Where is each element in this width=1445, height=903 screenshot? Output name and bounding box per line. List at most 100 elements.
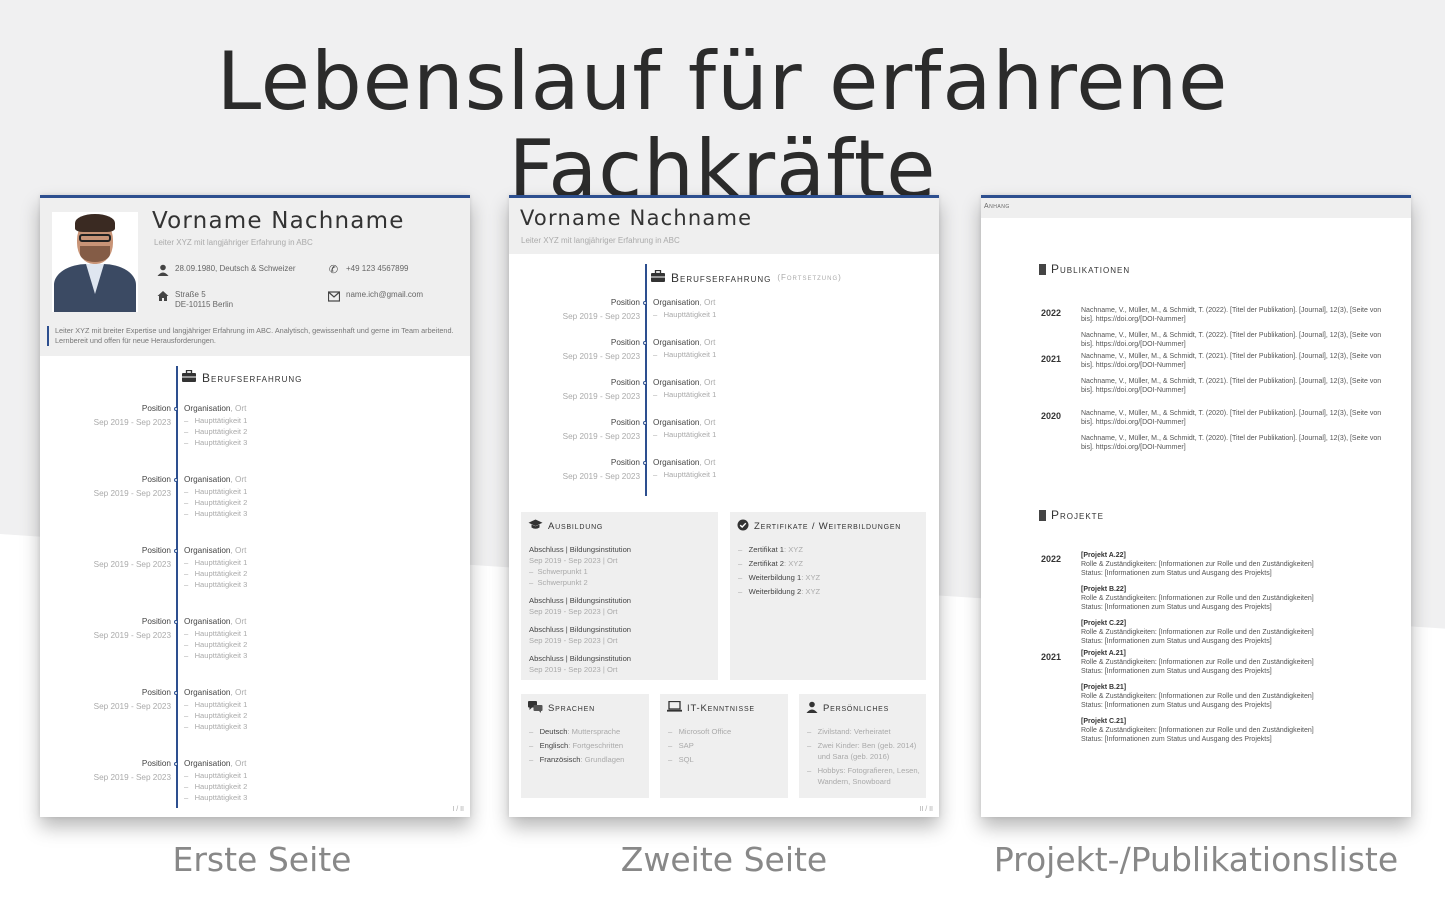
timeline-dot xyxy=(643,301,647,305)
personal-detail-item: – Hobbys: Fotografieren, Lesen, Wandern,… xyxy=(807,765,925,787)
it-skill-item: – SAP xyxy=(668,740,731,751)
entry-task: – Haupttätigkeit 1 xyxy=(653,389,717,399)
ausbildung-focus-text: Schwerpunkt 1 xyxy=(537,567,588,576)
entry-org-name: Organisation xyxy=(653,338,700,347)
entry-task-text: Haupttätigkeit 3 xyxy=(194,721,248,731)
page2-header: Vorname Nachname Leiter XYZ mit langjähr… xyxy=(509,198,939,254)
zertifikate-title: Zertifikate / Weiterbildungen xyxy=(737,519,901,534)
entry-date: Sep 2019 - Sep 2023 xyxy=(93,702,171,712)
sprachen-list: – Deutsch: Muttersprache – Englisch: Fort… xyxy=(529,726,624,768)
entry-task: – Haupttätigkeit 1 xyxy=(653,469,717,479)
entry-position-block: Position Sep 2019 - Sep 2023 xyxy=(40,544,171,573)
entry-position: Position xyxy=(610,458,640,467)
project-name: [Projekt C.21] xyxy=(1081,718,1127,725)
entry-task: – Haupttätigkeit 2 xyxy=(184,568,248,578)
entry-organisation: Organisation, Ort xyxy=(184,616,247,628)
it-title: IT-Kenntnisse xyxy=(667,700,755,715)
entry-task: – Haupttätigkeit 1 xyxy=(653,429,717,439)
entry-organisation: Organisation, Ort xyxy=(653,337,716,349)
entry-date: Sep 2019 - Sep 2023 xyxy=(562,432,640,442)
project-entry: [Projekt C.22] Rolle & Zuständigkeiten: [… xyxy=(1081,620,1391,647)
entry-task: – Haupttätigkeit 1 xyxy=(184,699,248,709)
timeline-dot xyxy=(643,341,647,345)
zertifikate-list: – Zertifikat 1: XYZ – Zertifikat 2: XYZ – … xyxy=(738,544,820,600)
candidate-name: Vorname Nachname xyxy=(520,206,753,230)
publication-entry: Nachname, V., Müller, M., & Schmidt, T. … xyxy=(1081,410,1382,426)
publication-year: 2021 xyxy=(1041,354,1062,364)
timeline-dot xyxy=(643,381,647,385)
zertifikat-label: Zertifikat 1 xyxy=(748,545,785,554)
caption-second-page: Zweite Seite xyxy=(620,840,828,879)
entry-task-text: Haupttätigkeit 1 xyxy=(194,628,248,638)
resume-page-1: Vorname Nachname Leiter XYZ mit langjähr… xyxy=(40,195,470,817)
publication-entry: Nachname, V., Müller, M., & Schmidt, T. … xyxy=(1081,332,1382,348)
sprache-value: : Grundlagen xyxy=(580,755,625,764)
ausbildung-degree: Abschluss | Bildungsinstitution xyxy=(529,654,632,663)
entry-task: – Haupttätigkeit 1 xyxy=(184,486,248,496)
entry-org-place: , Ort xyxy=(699,418,716,427)
entry-details: Organisation, Ort – Haupttätigkeit 1 xyxy=(653,417,716,440)
ausbildung-date: Sep 2019 - Sep 2023 | Ort xyxy=(529,665,618,674)
ausbildung-entry: Abschluss | Bildungsinstitution Sep 2019 … xyxy=(529,624,631,646)
entry-task-text: Haupttätigkeit 1 xyxy=(194,770,248,780)
page3-header: Anhang xyxy=(981,198,1411,218)
contact-address: Straße 5 DE-10115 Berlin xyxy=(156,290,233,311)
ausbildung-focus: – Schwerpunkt 2 xyxy=(529,578,588,587)
entry-org-place: , Ort xyxy=(699,298,716,307)
entry-org-place: , Ort xyxy=(230,546,247,555)
entry-task: – Haupttätigkeit 3 xyxy=(184,579,248,589)
project-name: [Projekt A.22] xyxy=(1081,552,1126,559)
entry-organisation: Organisation, Ort xyxy=(184,758,247,770)
sprache-item: – Französisch: Grundlagen xyxy=(529,754,624,765)
email-icon xyxy=(327,290,340,302)
project-role: Rolle & Zuständigkeiten: [Informationen … xyxy=(1081,628,1314,636)
ausbildung-date: Sep 2019 - Sep 2023 | Ort xyxy=(529,556,618,565)
timeline-dot xyxy=(643,421,647,425)
entry-organisation: Organisation, Ort xyxy=(184,403,247,415)
entry-date: Sep 2019 - Sep 2023 xyxy=(93,489,171,499)
entry-org-place: , Ort xyxy=(699,338,716,347)
entry-task-text: Haupttätigkeit 2 xyxy=(194,710,248,720)
project-status: Status: [Informationen zum Status und Au… xyxy=(1081,701,1272,709)
contact-phone: ✆ +49 123 4567899 xyxy=(328,263,409,276)
sprache-label: Französisch xyxy=(539,755,581,764)
timeline-dot xyxy=(174,407,178,411)
graduation-cap-icon xyxy=(528,519,543,533)
ausbildung-entry: Abschluss | Bildungsinstitution Sep 2019 … xyxy=(529,544,631,588)
entry-position: Position xyxy=(141,688,171,697)
profile-photo xyxy=(52,212,138,312)
list-dash: – xyxy=(738,573,749,582)
entry-task-text: Haupttätigkeit 1 xyxy=(663,309,717,319)
zertifikat-value: : XYZ xyxy=(784,545,804,554)
entry-org-name: Organisation xyxy=(184,546,231,555)
entry-date: Sep 2019 - Sep 2023 xyxy=(93,631,171,641)
entry-position-block: Position Sep 2019 - Sep 2023 xyxy=(40,757,171,786)
entry-organisation: Organisation, Ort xyxy=(653,377,716,389)
entry-position: Position xyxy=(141,404,171,413)
sprache-value: : Fortgeschritten xyxy=(568,741,624,750)
ausbildung-date: Sep 2019 - Sep 2023 | Ort xyxy=(529,607,618,616)
timeline-dot xyxy=(643,461,647,465)
home-icon xyxy=(156,290,169,302)
project-status: Status: [Informationen zum Status und Au… xyxy=(1081,735,1272,743)
entry-details: Organisation, Ort – Haupttätigkeit 1– Hau… xyxy=(184,474,247,519)
entry-date: Sep 2019 - Sep 2023 xyxy=(93,560,171,570)
entry-task-text: Haupttätigkeit 3 xyxy=(194,579,248,589)
project-name: [Projekt B.21] xyxy=(1081,684,1127,691)
entry-task: – Haupttätigkeit 1 xyxy=(184,557,248,567)
entry-details: Organisation, Ort – Haupttätigkeit 1– Hau… xyxy=(184,616,247,661)
box-zertifikate: Zertifikate / Weiterbildungen – Zertifik… xyxy=(730,512,926,680)
entry-task: – Haupttätigkeit 2 xyxy=(184,781,248,791)
box-it: IT-Kenntnisse – Microsoft Office – SAP – S… xyxy=(660,694,788,798)
entry-org-place: , Ort xyxy=(230,617,247,626)
briefcase-icon xyxy=(182,369,196,385)
entry-details: Organisation, Ort – Haupttätigkeit 1– Hau… xyxy=(184,545,247,590)
sprache-item: – Deutsch: Muttersprache xyxy=(529,726,624,737)
section-berufserfahrung-cont: Berufserfahrung (Fortsetzung) xyxy=(651,269,842,285)
candidate-subtitle: Leiter XYZ mit langjähriger Erfahrung in… xyxy=(154,238,313,247)
project-status: Status: [Informationen zum Status und Au… xyxy=(1081,569,1272,577)
entry-task-text: Haupttätigkeit 2 xyxy=(194,568,248,578)
persoenliches-list: – Zivilstand: Verheiratet – Zwei Kinder: … xyxy=(807,726,925,790)
entry-org-name: Organisation xyxy=(184,759,231,768)
entry-org-name: Organisation xyxy=(184,475,231,484)
